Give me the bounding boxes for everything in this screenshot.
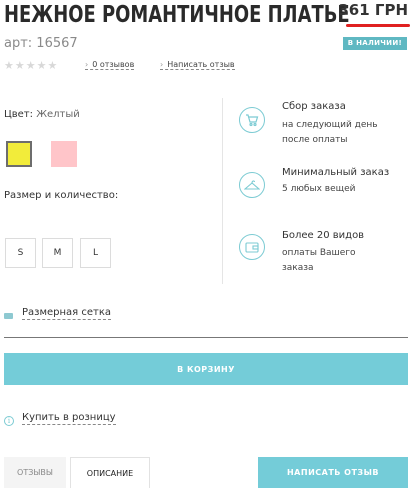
size-option-m[interactable]: M — [42, 238, 73, 268]
buy-retail-link[interactable]: Купить в розницу — [22, 412, 116, 425]
product-title: НЕЖНОЕ РОМАНТИЧНОЕ ПЛАТЬЕ — [4, 2, 350, 28]
color-swatch-pink[interactable] — [51, 141, 77, 167]
reviews-count-link[interactable]: › 0 отзывов — [85, 60, 135, 70]
color-swatch-yellow[interactable] — [6, 141, 32, 167]
feature-title-pickup: Сбор заказа — [282, 101, 346, 112]
chevron-right-icon: › — [85, 60, 89, 69]
size-option-s[interactable]: S — [5, 238, 36, 268]
color-label-text: Цвет: — [4, 109, 34, 120]
write-review-link[interactable]: › Написать отзыв — [160, 60, 235, 70]
wallet-icon — [239, 234, 265, 260]
divider-line — [4, 337, 408, 338]
feature-sub-payment-2: заказа — [282, 263, 314, 273]
color-value: Желтый — [36, 109, 80, 120]
cart-icon — [239, 107, 265, 133]
product-price: 361 ГРН — [338, 1, 408, 19]
tab-description[interactable]: ОПИСАНИЕ — [70, 457, 150, 488]
feature-sub-payment-1: оплаты Вашего — [282, 248, 356, 258]
chevron-right-icon: › — [160, 60, 164, 69]
hanger-icon — [239, 172, 265, 198]
stock-badge: В НАЛИЧИИ! — [342, 37, 407, 50]
feature-sub-min-order-1: 5 любых вещей — [282, 184, 356, 194]
ruler-icon — [4, 313, 13, 319]
feature-title-min-order: Минимальный заказ — [282, 167, 390, 178]
feature-sub-pickup-2: после оплаты — [282, 135, 348, 145]
rating-stars[interactable]: ★★★★★ — [4, 59, 58, 72]
size-option-l[interactable]: L — [80, 238, 111, 268]
write-review-label: Написать отзыв — [167, 60, 235, 69]
color-label: Цвет: Желтый — [4, 109, 80, 120]
write-review-button[interactable]: НАПИСАТЬ ОТЗЫВ — [258, 457, 408, 488]
price-underline — [346, 24, 410, 27]
column-divider — [222, 98, 223, 284]
size-label: Размер и количество: — [4, 190, 119, 201]
product-sku: арт: 16567 — [4, 36, 78, 51]
info-icon: i — [4, 416, 14, 426]
add-to-cart-button[interactable]: В КОРЗИНУ — [4, 353, 408, 385]
feature-title-payment: Более 20 видов — [282, 230, 365, 241]
size-chart-link[interactable]: Размерная сетка — [22, 307, 112, 320]
tab-reviews[interactable]: ОТЗЫВЫ — [4, 457, 66, 488]
feature-sub-pickup-1: на следующий день — [282, 120, 378, 130]
reviews-count-label: 0 отзывов — [92, 60, 135, 69]
